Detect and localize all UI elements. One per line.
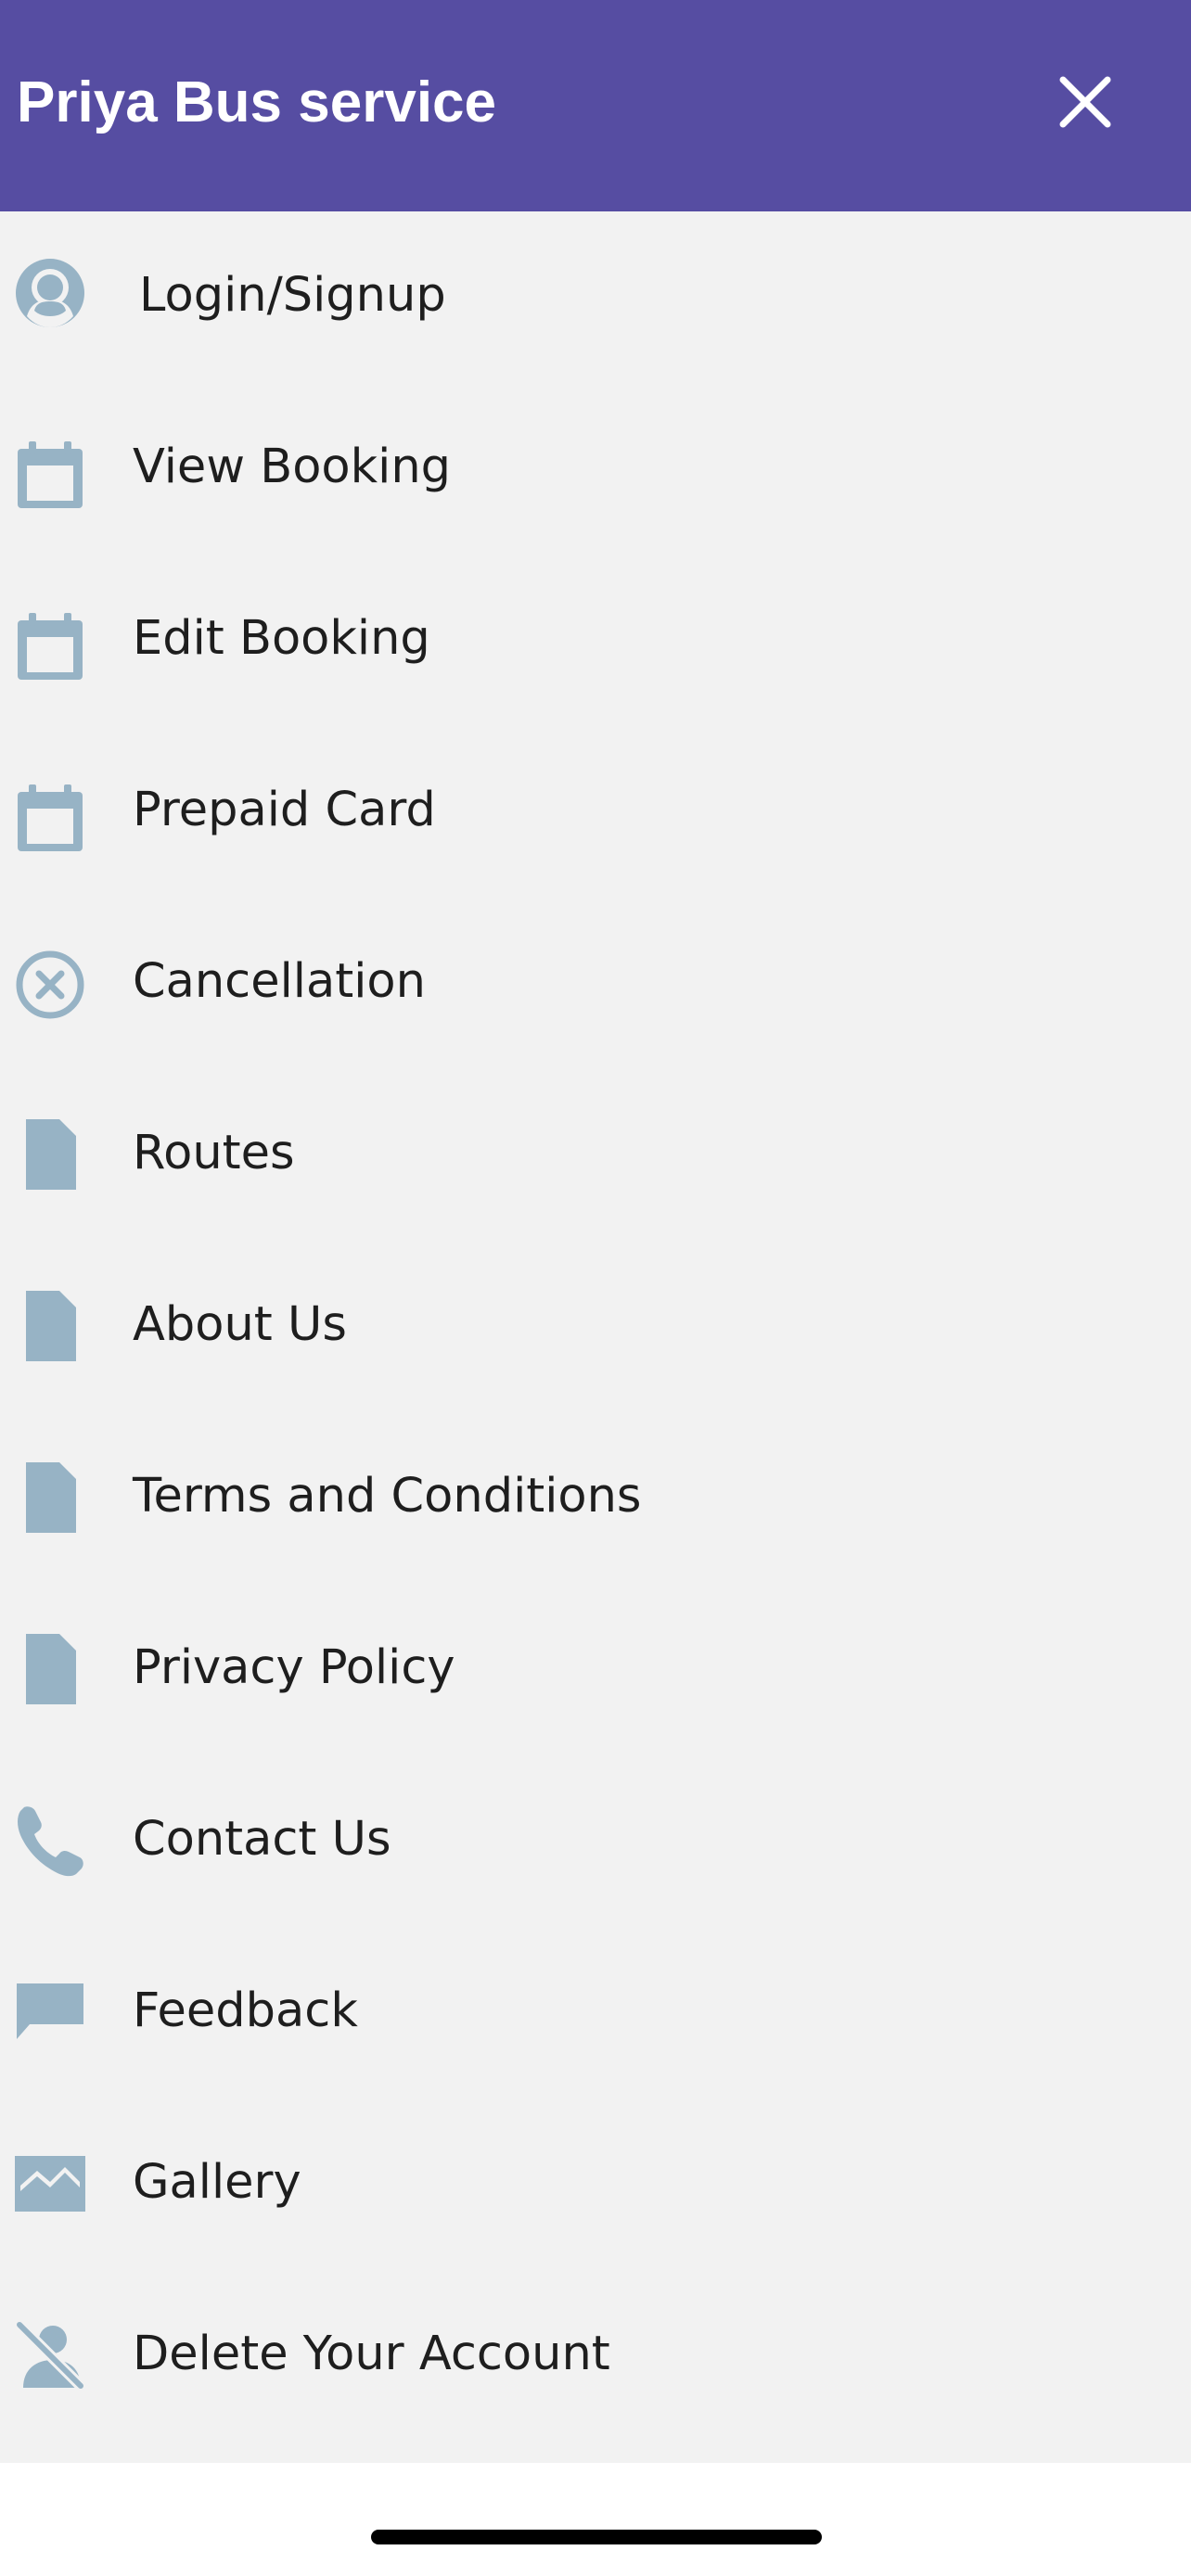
- menu-item-label: Routes: [133, 1126, 295, 1180]
- menu-item-label: Cancellation: [133, 954, 426, 1009]
- menu-item-label: Privacy Policy: [133, 1640, 455, 1695]
- menu-item-label: Edit Booking: [133, 611, 430, 666]
- close-icon: [1059, 76, 1111, 128]
- app-title: Priya Bus service: [17, 70, 497, 134]
- menu-item-label: Delete Your Account: [133, 2327, 610, 2381]
- menu-item-login-signup[interactable]: Login/Signup: [0, 211, 1191, 383]
- chat-bubble-icon: [13, 1975, 87, 2049]
- calendar-icon: [13, 782, 87, 856]
- menu-item-gallery[interactable]: Gallery: [0, 2098, 1191, 2270]
- user-off-icon: [13, 2318, 87, 2392]
- menu-item-label: Gallery: [133, 2155, 301, 2210]
- document-icon: [13, 1117, 87, 1192]
- menu-item-label: Prepaid Card: [133, 783, 436, 837]
- menu-item-label: About Us: [133, 1297, 347, 1352]
- menu-item-delete-account[interactable]: Delete Your Account: [0, 2270, 1191, 2442]
- document-icon: [13, 1289, 87, 1363]
- menu-item-label: Feedback: [133, 1983, 358, 2038]
- navigation-drawer: Priya Bus service Login/Signup View Book…: [0, 0, 1191, 2576]
- menu-item-view-booking[interactable]: View Booking: [0, 383, 1191, 555]
- menu-item-terms-and-conditions[interactable]: Terms and Conditions: [0, 1412, 1191, 1584]
- menu-item-contact-us[interactable]: Contact Us: [0, 1755, 1191, 1927]
- image-icon: [13, 2147, 87, 2221]
- user-circle-icon: [13, 256, 87, 330]
- menu-item-edit-booking[interactable]: Edit Booking: [0, 555, 1191, 726]
- menu-item-routes[interactable]: Routes: [0, 1069, 1191, 1241]
- menu-item-cancellation[interactable]: Cancellation: [0, 898, 1191, 1069]
- menu-item-label: Login/Signup: [139, 268, 446, 323]
- close-button[interactable]: [1048, 65, 1122, 139]
- calendar-icon: [13, 439, 87, 513]
- menu-item-about-us[interactable]: About Us: [0, 1241, 1191, 1412]
- menu-item-prepaid-card[interactable]: Prepaid Card: [0, 726, 1191, 898]
- phone-icon: [13, 1804, 87, 1878]
- drawer-menu: Login/Signup View Booking Edit Booking P…: [0, 211, 1191, 2463]
- drawer-header: Priya Bus service: [0, 0, 1191, 211]
- menu-item-feedback[interactable]: Feedback: [0, 1927, 1191, 2098]
- menu-item-label: View Booking: [133, 440, 452, 494]
- document-icon: [13, 1632, 87, 1706]
- document-icon: [13, 1460, 87, 1535]
- menu-item-label: Terms and Conditions: [133, 1469, 642, 1524]
- menu-item-privacy-policy[interactable]: Privacy Policy: [0, 1584, 1191, 1755]
- cancel-circle-icon: [13, 948, 87, 1022]
- home-indicator[interactable]: [371, 2530, 822, 2544]
- calendar-icon: [13, 610, 87, 684]
- menu-item-label: Contact Us: [133, 1812, 391, 1867]
